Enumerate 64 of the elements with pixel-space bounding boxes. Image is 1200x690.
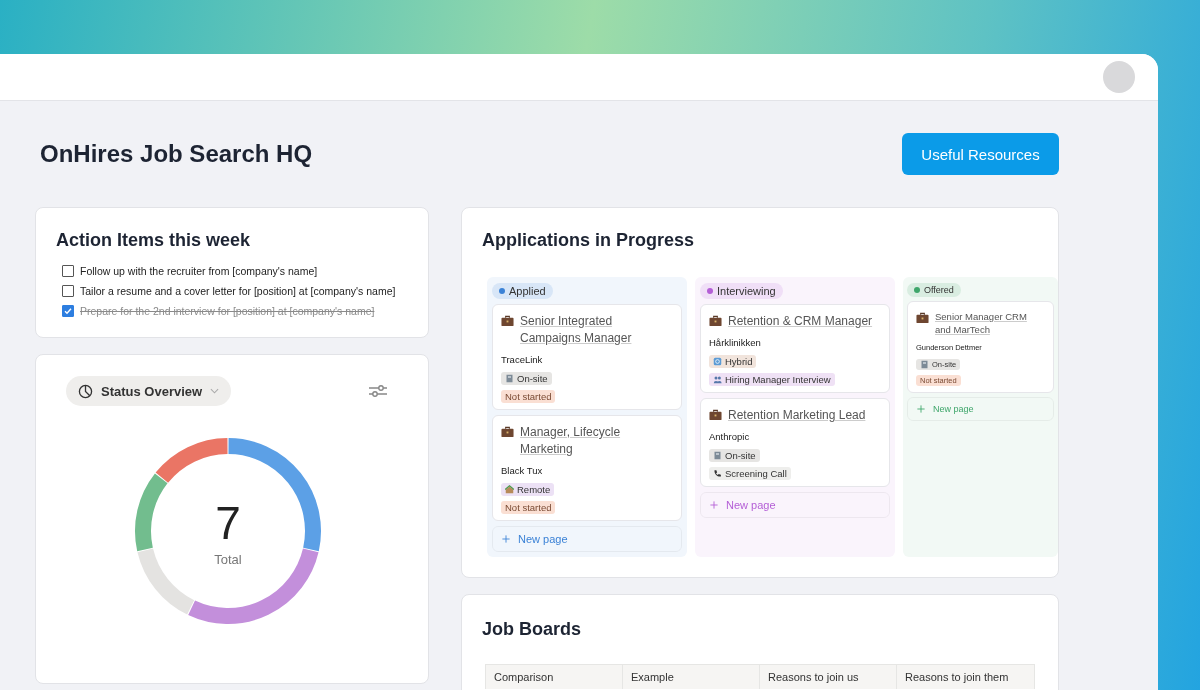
status-label: Applied <box>509 285 546 297</box>
page-title: OnHires Job Search HQ <box>40 140 313 168</box>
job-title-link[interactable]: Senior Integrated Campaigns Manager <box>520 313 673 347</box>
column-header: Reasons to join us <box>760 665 897 689</box>
briefcase-icon <box>709 315 722 327</box>
column-header: Comparison <box>486 665 623 689</box>
building-icon <box>505 374 514 383</box>
status-label: Offered <box>924 285 954 295</box>
people-icon <box>713 375 722 384</box>
cycle-icon <box>713 357 722 366</box>
building-icon <box>920 360 929 369</box>
briefcase-icon <box>916 312 929 324</box>
company-name: Anthropic <box>709 431 750 442</box>
briefcase-icon <box>709 409 722 421</box>
job-card[interactable]: Senior Integrated Campaigns Manager TraceLink On-site Not started <box>492 304 682 410</box>
view-selector[interactable]: Status Overview <box>66 376 232 406</box>
house-icon <box>505 485 514 494</box>
briefcase-icon <box>501 426 514 438</box>
settings-icon[interactable] <box>368 383 388 399</box>
tag-label: On-site <box>725 450 756 461</box>
plus-icon <box>917 405 925 413</box>
new-page-label: New page <box>933 404 974 414</box>
task-text: Follow up with the recruiter from [company's name] <box>80 265 318 277</box>
plus-icon <box>502 535 510 543</box>
job-card[interactable]: Retention Marketing Lead Anthropic On-site Screening Call <box>700 398 890 487</box>
column-header: Reasons to join them <box>897 665 1034 689</box>
phone-icon <box>713 469 722 478</box>
tag-label: Screening Call <box>725 468 787 479</box>
new-page-label: New page <box>726 499 776 511</box>
company-name: TraceLink <box>501 354 543 365</box>
card-title: Job Boards <box>482 619 583 640</box>
checkbox[interactable] <box>62 265 74 277</box>
company-name: Hårklinikken <box>709 337 761 348</box>
tag-label: Remote <box>517 484 551 495</box>
briefcase-icon <box>501 315 514 327</box>
total-label: Total <box>214 552 242 568</box>
job-title-link[interactable]: Senior Manager CRM and MarTech <box>935 310 1045 336</box>
building-icon <box>713 451 722 460</box>
job-title-link[interactable]: Retention & CRM Manager <box>728 313 873 330</box>
column-header: Example <box>623 665 760 689</box>
new-page-button[interactable]: New page <box>700 492 890 518</box>
plus-icon <box>710 501 718 509</box>
card-title: Applications in Progress <box>482 230 696 251</box>
pie-icon <box>78 383 93 399</box>
checkbox[interactable] <box>62 305 74 317</box>
job-title-link[interactable]: Retention Marketing Lead <box>728 407 866 424</box>
tag-label: Not started <box>505 391 552 402</box>
job-card[interactable]: Retention & CRM Manager Hårklinikken Hybrid Hiring Manager Interview <box>700 304 890 393</box>
card-title: Action Items this week <box>56 230 252 251</box>
tag-label: Not started <box>505 502 552 513</box>
job-card[interactable]: Manager, Lifecycle Marketing Black Tux Remote Not started <box>492 415 682 521</box>
new-page-button[interactable]: New page <box>492 526 682 552</box>
tag-label: Hiring Manager Interview <box>725 374 831 385</box>
job-title-link[interactable]: Manager, Lifecycle Marketing <box>520 424 673 458</box>
task-text: Prepare for the 2nd interview for [position] at [company's name] <box>80 305 375 317</box>
checkbox[interactable] <box>62 285 74 297</box>
chevron-icon <box>210 388 220 394</box>
status-label: Interviewing <box>717 285 776 297</box>
tag-label: Hybrid <box>725 356 753 367</box>
total-count: 7 <box>214 500 242 547</box>
tag-label: On-site <box>517 373 548 384</box>
company-name: Black Tux <box>501 465 543 476</box>
new-page-label: New page <box>518 533 568 545</box>
task-text: Tailor a resume and a cover letter for [position] at [company's name] <box>80 285 396 297</box>
